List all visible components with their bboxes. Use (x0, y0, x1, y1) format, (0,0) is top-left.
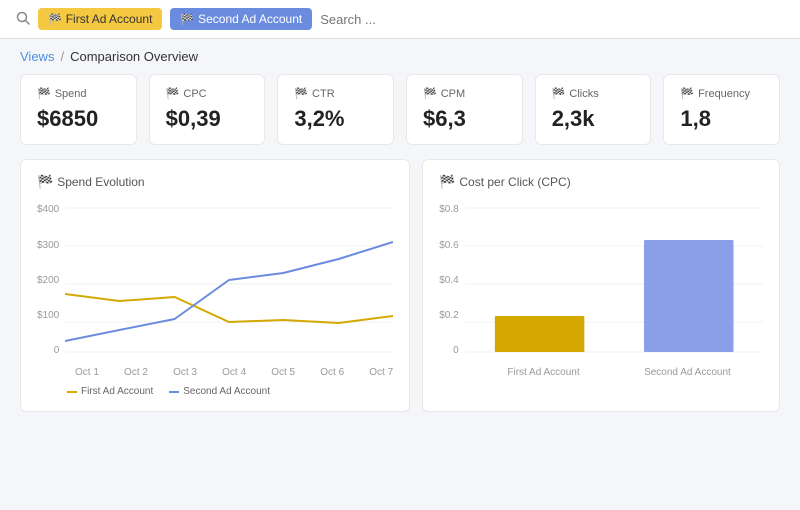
metric-flag-frequency: 🏁 (680, 87, 694, 100)
metric-card-ctr: 🏁 CTR 3,2% (277, 74, 394, 145)
metric-card-clicks: 🏁 Clicks 2,3k (535, 74, 652, 145)
metric-flag-spend: 🏁 (37, 87, 51, 100)
metric-label-text-cpc: CPC (183, 88, 206, 100)
metric-label-cpm: 🏁 CPM (423, 87, 506, 100)
metric-card-spend: 🏁 Spend $6850 (20, 74, 137, 145)
metric-value-spend: $6850 (37, 106, 120, 132)
metric-label-frequency: 🏁 Frequency (680, 87, 763, 100)
metric-label-clicks: 🏁 Clicks (552, 87, 635, 100)
metric-value-frequency: 1,8 (680, 106, 763, 132)
second-ad-account-tab[interactable]: 🏁 Second Ad Account (170, 8, 312, 30)
metric-card-frequency: 🏁 Frequency 1,8 (663, 74, 780, 145)
metric-card-cpc: 🏁 CPC $0,39 (149, 74, 266, 145)
cpc-chart-area (465, 200, 763, 363)
cpc-chart-title-text: Cost per Click (CPC) (459, 175, 570, 189)
metric-label-text-clicks: Clicks (569, 88, 598, 100)
metric-flag-ctr: 🏁 (294, 87, 308, 100)
spend-chart-title: 🏁 Spend Evolution (37, 174, 393, 190)
metric-label-text-cpm: CPM (441, 88, 465, 100)
metric-label-text-frequency: Frequency (698, 88, 750, 100)
metric-value-cpc: $0,39 (166, 106, 249, 132)
spend-chart-legend: First Ad Account Second Ad Account (37, 386, 393, 397)
cpc-x-axis: First Ad Account Second Ad Account (439, 367, 763, 378)
first-ad-account-tab[interactable]: 🏁 First Ad Account (38, 8, 162, 30)
metric-label-text-spend: Spend (55, 88, 87, 100)
metric-label-spend: 🏁 Spend (37, 87, 120, 100)
spend-evolution-chart: 🏁 Spend Evolution $400 $300 $200 $100 0 (20, 159, 410, 412)
first-tab-flag: 🏁 (48, 13, 62, 26)
metric-flag-cpc: 🏁 (166, 87, 180, 100)
spend-x-axis: Oct 1 Oct 2 Oct 3 Oct 4 Oct 5 Oct 6 Oct … (37, 367, 393, 378)
cpc-chart: 🏁 Cost per Click (CPC) $0.8 $0.6 $0.4 $0… (422, 159, 780, 412)
metric-card-cpm: 🏁 CPM $6,3 (406, 74, 523, 145)
metric-flag-cpm: 🏁 (423, 87, 437, 100)
metric-label-cpc: 🏁 CPC (166, 87, 249, 100)
search-icon (16, 11, 30, 28)
breadcrumb: Views / Comparison Overview (0, 39, 800, 74)
top-bar: 🏁 First Ad Account 🏁 Second Ad Account (0, 0, 800, 39)
cpc-bar-svg (465, 200, 763, 360)
spend-chart-area (65, 200, 393, 363)
first-tab-label: First Ad Account (66, 12, 153, 26)
metric-label-text-ctr: CTR (312, 88, 335, 100)
views-link[interactable]: Views (20, 49, 54, 64)
spend-chart-title-text: Spend Evolution (57, 175, 144, 189)
spend-y-axis: $400 $300 $200 $100 0 (37, 200, 65, 360)
cpc-chart-title: 🏁 Cost per Click (CPC) (439, 174, 763, 190)
search-input[interactable] (320, 12, 784, 27)
metrics-row: 🏁 Spend $6850 🏁 CPC $0,39 🏁 CTR 3,2% 🏁 C… (0, 74, 800, 159)
cpc-y-axis: $0.8 $0.6 $0.4 $0.2 0 (439, 200, 464, 360)
metric-label-ctr: 🏁 CTR (294, 87, 377, 100)
metric-value-clicks: 2,3k (552, 106, 635, 132)
spend-line-svg (65, 200, 393, 360)
second-tab-label: Second Ad Account (198, 12, 302, 26)
metric-value-ctr: 3,2% (294, 106, 377, 132)
metric-flag-clicks: 🏁 (552, 87, 566, 100)
second-tab-flag: 🏁 (180, 13, 194, 26)
breadcrumb-current: Comparison Overview (70, 49, 198, 64)
metric-value-cpm: $6,3 (423, 106, 506, 132)
charts-row: 🏁 Spend Evolution $400 $300 $200 $100 0 (0, 159, 800, 432)
breadcrumb-separator: / (60, 49, 64, 64)
